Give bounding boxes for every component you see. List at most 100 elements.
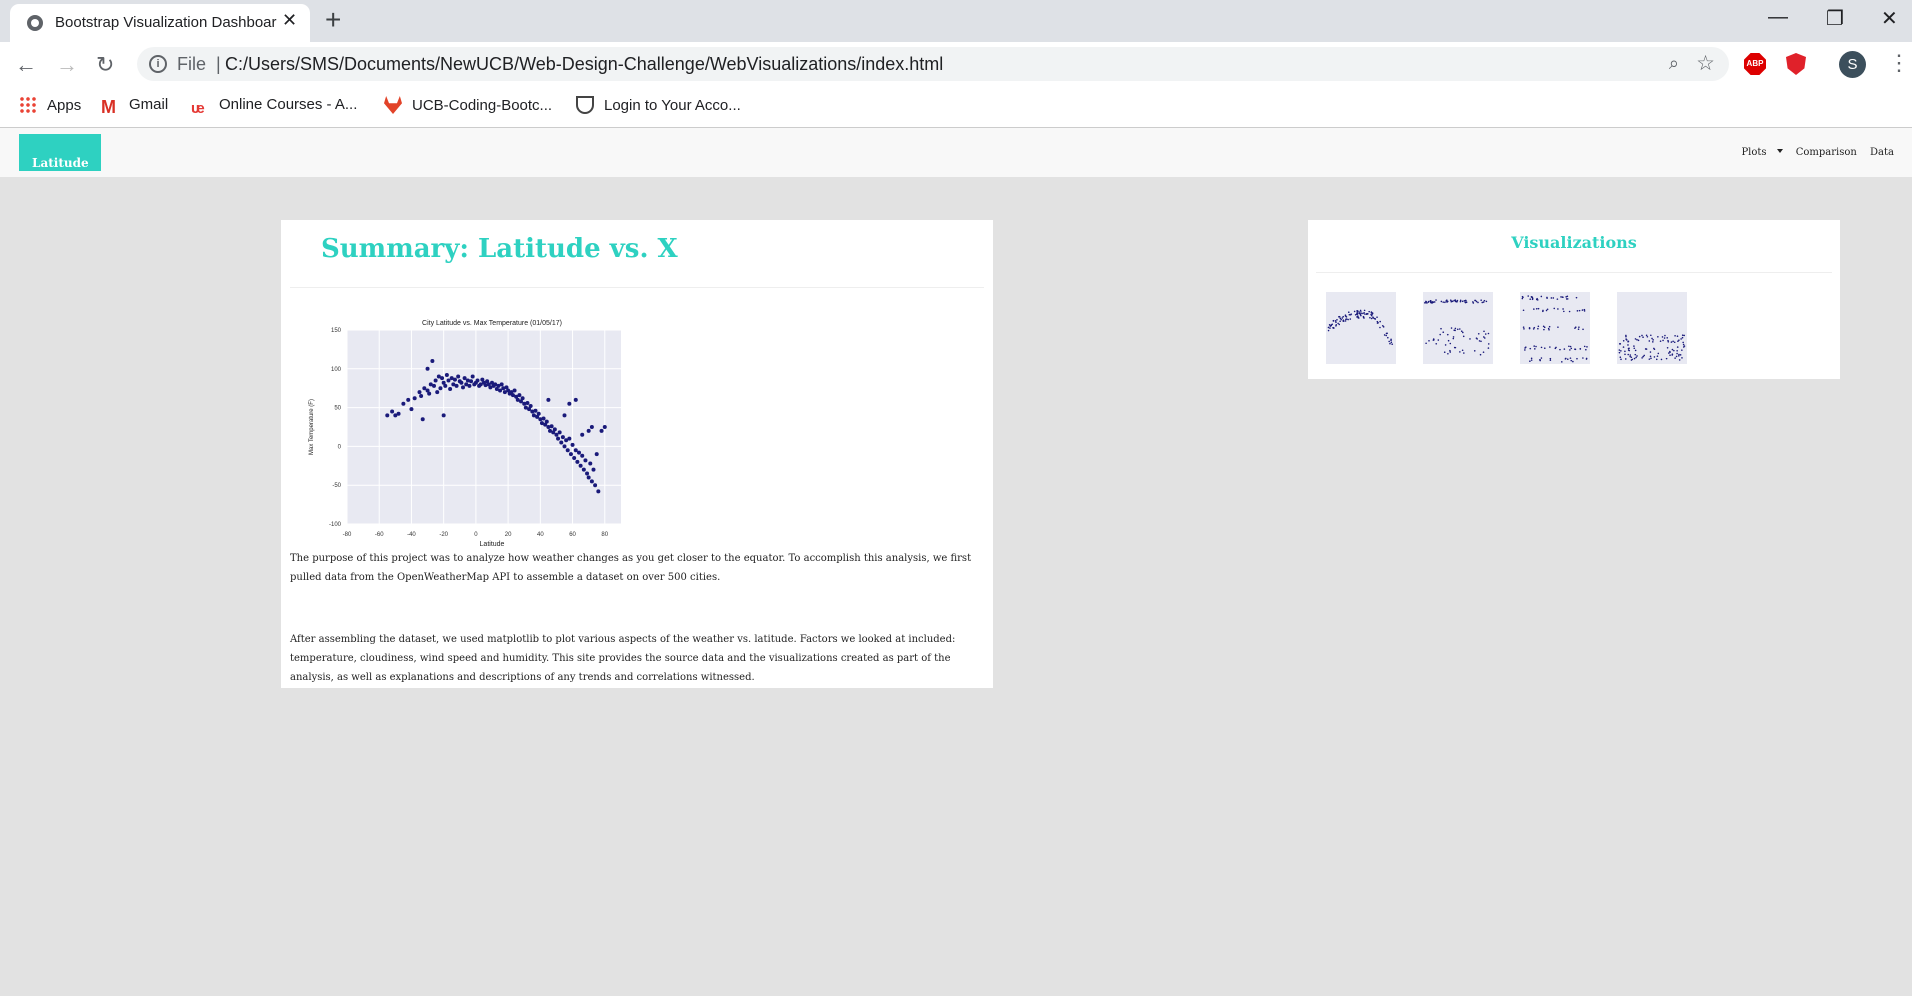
y-tick-label: -50 (332, 483, 341, 489)
summary-title: Summary: Latitude vs. X (321, 234, 678, 264)
thumb-point (1673, 341, 1676, 344)
data-point (512, 388, 517, 393)
thumb-point (1366, 312, 1369, 315)
scatter-chart-svg: -80-60-40-20020406080100-100-50050100150… (309, 320, 643, 548)
close-window-icon[interactable]: ✕ (1881, 6, 1898, 31)
thumb-point (1566, 298, 1569, 300)
thumb-point (1635, 356, 1637, 359)
data-point (533, 408, 538, 413)
thumb-point (1622, 346, 1625, 348)
bookmark-gmail[interactable]: M Gmail (101, 96, 168, 117)
nav-plots-dropdown[interactable]: Plots (1731, 147, 1783, 158)
adblock-icon[interactable]: ABP (1744, 53, 1766, 75)
thumb-point (1583, 345, 1586, 348)
address-bar[interactable]: i File | C:/Users/SMS/Documents/NewUCB/W… (137, 47, 1729, 81)
thumb-point (1379, 320, 1381, 323)
thumb-point (1682, 343, 1685, 346)
url-text[interactable]: C:/Users/SMS/Documents/NewUCB/Web-Design… (225, 54, 943, 75)
wind-speed-thumbnail[interactable] (1611, 290, 1691, 376)
thumb-point (1358, 312, 1361, 315)
bookmark-login[interactable]: Login to Your Acco... (576, 96, 741, 114)
nav-comparison[interactable]: Comparison (1796, 147, 1857, 158)
thumb-point (1482, 301, 1485, 303)
minimize-icon[interactable]: — (1768, 6, 1788, 29)
cloudiness-thumbnail[interactable] (1514, 290, 1594, 376)
thumb-point (1556, 298, 1559, 300)
shield-extension-icon[interactable] (1786, 53, 1806, 75)
thumb-point (1546, 296, 1548, 299)
forward-icon[interactable]: → (56, 52, 78, 78)
thumb-point (1356, 315, 1359, 317)
thumb-point (1537, 325, 1540, 328)
thumb-point (1560, 361, 1563, 363)
bookmark-apps[interactable]: Apps (19, 96, 81, 114)
thumb-plot-area (1520, 292, 1590, 364)
browser-tab[interactable]: Bootstrap Visualization Dashboard ✕ (10, 4, 310, 42)
thumb-point (1390, 339, 1392, 342)
thumb-point (1550, 297, 1553, 299)
tab-title: Bootstrap Visualization Dashboard (55, 14, 277, 31)
max-temperature-thumbnail[interactable] (1320, 290, 1400, 376)
zoom-icon[interactable]: ⌕ (1669, 53, 1679, 74)
thumb-point (1447, 339, 1450, 342)
thumb-point (1566, 358, 1569, 361)
thumb-point (1356, 310, 1358, 312)
reload-icon[interactable]: ↻ (96, 52, 114, 78)
thumb-point (1651, 337, 1653, 340)
data-point (580, 432, 585, 437)
thumb-point (1442, 331, 1445, 333)
thumb-point (1461, 300, 1464, 303)
restore-icon[interactable]: ❐ (1826, 6, 1844, 31)
x-tick-label: 40 (537, 532, 544, 538)
new-tab-icon[interactable]: + (325, 4, 341, 36)
bookmarks-bar: Apps M Gmail ᵫ Online Courses - A... UCB-C… (0, 86, 1912, 128)
thumb-point (1521, 297, 1524, 300)
info-icon[interactable]: i (149, 55, 167, 73)
navbar-brand[interactable]: Latitude (19, 134, 101, 171)
thumb-point (1625, 335, 1627, 338)
thumb-point (1459, 328, 1461, 330)
thumb-point (1475, 337, 1478, 339)
thumb-point (1533, 308, 1535, 310)
thumb-point (1462, 331, 1464, 334)
thumb-point (1636, 355, 1638, 357)
thumb-point (1449, 349, 1451, 352)
thumb-point (1482, 351, 1485, 353)
thumb-point (1477, 301, 1479, 304)
thumb-point (1676, 352, 1678, 355)
thumb-point (1364, 313, 1366, 315)
thumb-point (1649, 351, 1652, 353)
thumb-point (1666, 346, 1669, 349)
thumb-point (1390, 341, 1393, 344)
thumb-point (1620, 350, 1622, 352)
bookmark-ucb[interactable]: UCB-Coding-Bootc... (384, 96, 552, 114)
thumb-point (1627, 340, 1630, 343)
data-point (567, 401, 572, 406)
thumb-point (1459, 299, 1462, 302)
thumb-point (1537, 307, 1540, 310)
data-point (499, 382, 504, 387)
thumb-point (1576, 357, 1578, 360)
bookmark-online-courses[interactable]: ᵫ Online Courses - A... (191, 96, 357, 118)
data-point (461, 385, 465, 390)
thumb-point (1644, 348, 1647, 350)
thumb-point (1574, 348, 1576, 350)
bookmark-star-icon[interactable]: ☆ (1696, 51, 1715, 76)
thumb-point (1680, 338, 1682, 340)
nav-data[interactable]: Data (1870, 147, 1894, 158)
thumb-point (1334, 320, 1337, 322)
thumb-point (1522, 326, 1525, 328)
close-tab-icon[interactable]: ✕ (282, 10, 297, 31)
thumb-point (1329, 325, 1332, 327)
thumb-point (1653, 347, 1655, 350)
back-icon[interactable]: ← (15, 52, 37, 78)
profile-avatar[interactable]: S (1839, 51, 1866, 78)
thumb-point (1641, 334, 1643, 337)
udemy-icon: ᵫ (191, 100, 205, 117)
humidity-thumbnail[interactable] (1417, 290, 1497, 376)
data-point (446, 378, 451, 383)
menu-icon[interactable]: ⋮ (1888, 50, 1910, 76)
thumb-point (1327, 326, 1330, 329)
thumb-point (1619, 343, 1622, 345)
divider (290, 287, 984, 288)
